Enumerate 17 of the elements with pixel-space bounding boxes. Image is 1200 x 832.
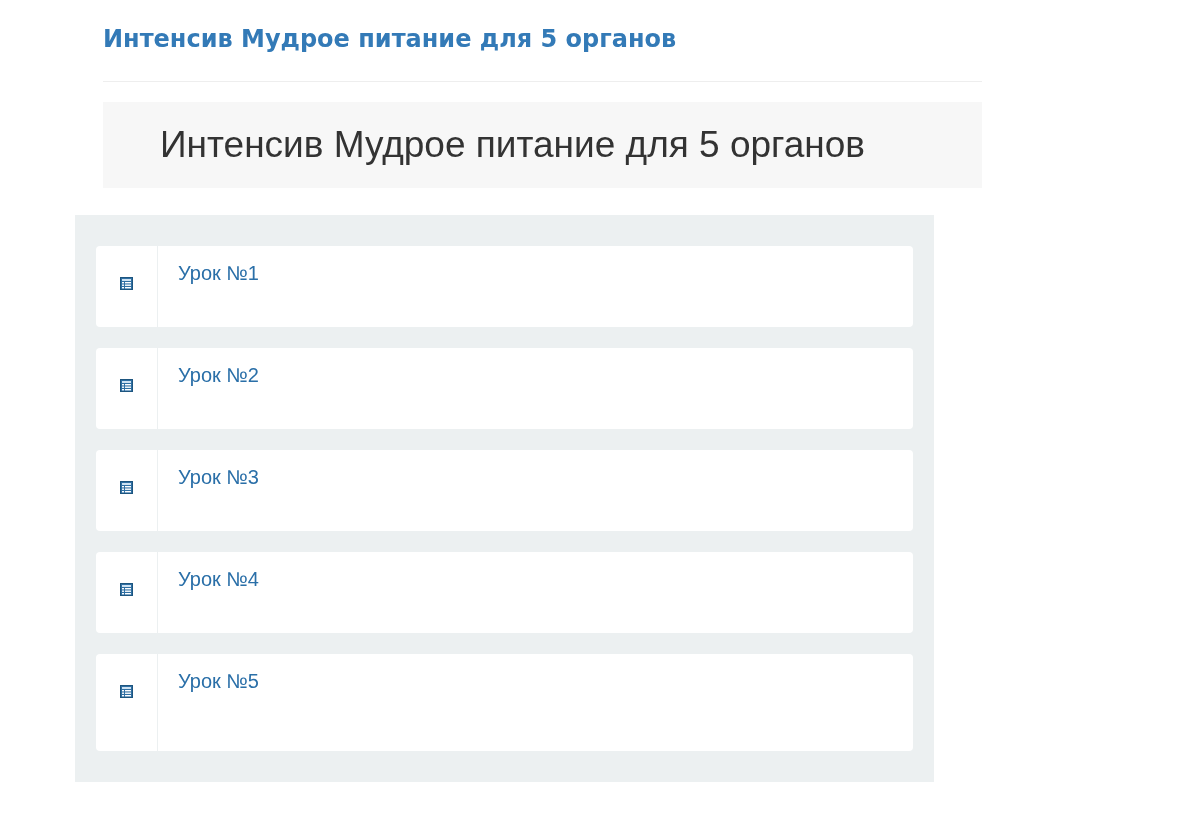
lesson-link[interactable]: Урок №3 — [178, 466, 259, 488]
lesson-link[interactable]: Урок №1 — [178, 262, 259, 284]
list-icon — [120, 481, 133, 494]
list-icon — [120, 379, 133, 392]
list-icon — [120, 685, 133, 698]
banner-title: Интенсив Мудрое питание для 5 органов — [160, 124, 865, 166]
lesson-card[interactable]: Урок №2 — [96, 348, 913, 429]
page-title: Интенсив Мудрое питание для 5 органов — [103, 24, 678, 55]
lesson-link[interactable]: Урок №2 — [178, 364, 259, 386]
lesson-link[interactable]: Урок №4 — [178, 568, 259, 590]
list-icon — [120, 277, 133, 290]
list-icon — [120, 583, 133, 596]
lesson-link[interactable]: Урок №5 — [178, 670, 259, 692]
lesson-card[interactable]: Урок №1 — [96, 246, 913, 327]
lesson-card[interactable]: Урок №4 — [96, 552, 913, 633]
lesson-card[interactable]: Урок №5 — [96, 654, 913, 751]
lesson-card[interactable]: Урок №3 — [96, 450, 913, 531]
